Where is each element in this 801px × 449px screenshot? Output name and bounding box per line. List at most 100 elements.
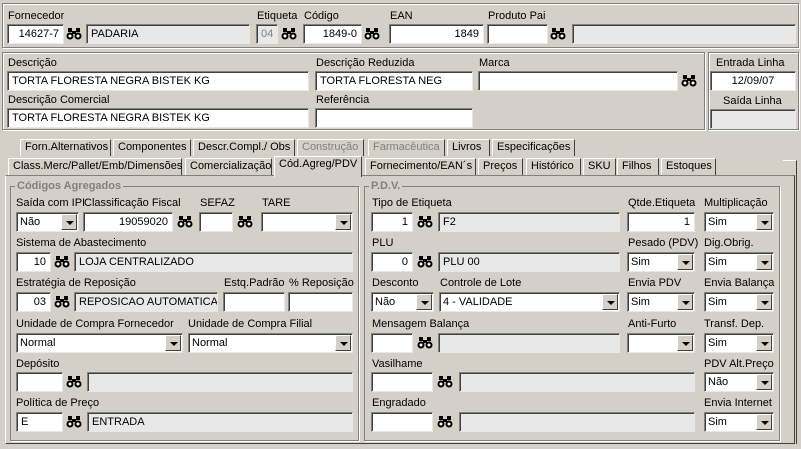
tab-especificacoes[interactable]: Especificações	[492, 139, 575, 156]
tab-livros[interactable]: Livros	[447, 139, 490, 156]
codigo-field[interactable]: 1849-0	[303, 24, 362, 44]
tab-historico[interactable]: Histórico	[526, 158, 581, 175]
chevron-down-icon[interactable]	[602, 294, 618, 310]
chevron-down-icon[interactable]	[677, 294, 693, 310]
chevron-down-icon[interactable]	[756, 214, 772, 230]
plu-code-field[interactable]: 0	[371, 252, 413, 272]
msg-balanca-code-field[interactable]	[371, 333, 413, 353]
multiplicacao-select[interactable]: Sim	[704, 212, 774, 232]
msg-balanca-desc-field	[438, 333, 620, 353]
descricao-field[interactable]: TORTA FLORESTA NEGRA BISTEK KG	[7, 71, 309, 91]
sefaz-field[interactable]	[199, 212, 233, 232]
politica-search-button[interactable]	[64, 412, 84, 432]
produto-pai-field[interactable]	[487, 24, 548, 44]
marca-label: Marca	[479, 57, 510, 69]
binoculars-icon	[66, 28, 82, 40]
chevron-down-icon[interactable]	[756, 335, 772, 351]
pdv-alt-preco-select[interactable]: Não	[704, 372, 774, 392]
etiqueta-search-button[interactable]	[279, 24, 299, 44]
tab-descr-compl-obs[interactable]: Descr.Compl./ Obs	[193, 139, 295, 156]
ean-label: EAN	[390, 10, 413, 22]
tab-fornecimento-eans[interactable]: Fornecimento/EAN´s	[365, 158, 476, 175]
desconto-select[interactable]: Não	[371, 292, 434, 312]
politica-label: Política de Preço	[16, 397, 100, 409]
chevron-down-icon[interactable]	[61, 214, 77, 230]
binoculars-icon	[417, 256, 433, 268]
chevron-down-icon[interactable]	[335, 214, 351, 230]
vasilhame-search-button[interactable]	[435, 372, 455, 392]
class-fiscal-search-button[interactable]	[175, 212, 195, 232]
vasilhame-code-field[interactable]	[371, 372, 433, 392]
msg-balanca-search-button[interactable]	[415, 333, 435, 353]
engradado-code-field[interactable]	[371, 412, 433, 432]
envia-balanca-select[interactable]: Sim	[704, 292, 774, 312]
pesado-select[interactable]: Sim	[627, 252, 695, 272]
deposito-code-field[interactable]	[16, 372, 63, 392]
chevron-down-icon[interactable]	[677, 335, 693, 351]
un-compra-filial-select[interactable]: Normal	[188, 333, 353, 353]
tab-cod-agreg-pdv[interactable]: Cód.Agreg/PDV	[274, 156, 362, 177]
engradado-label: Engradado	[372, 397, 426, 409]
tab-forn-alternativos[interactable]: Forn.Alternativos	[20, 139, 111, 156]
dig-obrig-select[interactable]: Sim	[704, 252, 774, 272]
tab-class-merc[interactable]: Class.Merc/Pallet/Emb/Dimensões	[8, 158, 182, 175]
vasilhame-label: Vasilhame	[372, 358, 423, 370]
marca-field[interactable]	[478, 71, 678, 91]
tab-farmaceutica[interactable]: Farmacêutica	[368, 139, 445, 156]
tab-componentes[interactable]: Componentes	[113, 139, 191, 156]
qtde-etiq-field[interactable]: 1	[627, 212, 695, 232]
marca-search-button[interactable]	[679, 71, 699, 91]
descricao-comercial-field[interactable]: TORTA FLORESTA NEGRA BISTEK KG	[7, 108, 309, 128]
descricao-reduzida-field[interactable]: TORTA FLORESTA NEG	[315, 71, 473, 91]
referencia-field[interactable]	[315, 108, 473, 128]
estrategia-search-button[interactable]	[52, 292, 72, 312]
un-compra-forn-select[interactable]: Normal	[16, 333, 183, 353]
tab-filhos[interactable]: Filhos	[617, 158, 659, 175]
sefaz-search-button[interactable]	[235, 212, 255, 232]
anti-furto-select[interactable]	[627, 333, 695, 353]
tipo-etiq-search-button[interactable]	[415, 212, 435, 232]
tab-comercializacao[interactable]: Comercialização	[185, 158, 272, 175]
entrada-linha-field[interactable]: 12/09/07	[710, 71, 796, 91]
fornecedor-search-button[interactable]	[64, 24, 84, 44]
class-fiscal-label: Classificação Fiscal	[84, 197, 181, 209]
perc-repos-field[interactable]	[288, 292, 353, 312]
controle-lote-select[interactable]: 4 - VALIDADE	[439, 292, 620, 312]
estq-padrao-field[interactable]	[223, 292, 285, 312]
chevron-down-icon[interactable]	[756, 254, 772, 270]
chevron-down-icon[interactable]	[677, 254, 693, 270]
tab-estoques[interactable]: Estoques	[661, 158, 716, 175]
produto-pai-search-button[interactable]	[548, 24, 568, 44]
multiplicacao-label: Multiplicação	[704, 197, 768, 209]
class-fiscal-field[interactable]: 19059020	[83, 212, 173, 232]
sist-abast-search-button[interactable]	[52, 252, 72, 272]
chevron-down-icon[interactable]	[756, 374, 772, 390]
chevron-down-icon[interactable]	[416, 294, 432, 310]
transf-dep-select[interactable]: Sim	[704, 333, 774, 353]
tare-select[interactable]	[261, 212, 353, 232]
fornecedor-code-field[interactable]: 14627-7	[7, 24, 64, 44]
tab-sku[interactable]: SKU	[583, 158, 616, 175]
politica-code-field[interactable]: E	[16, 412, 63, 432]
envia-internet-select[interactable]: Sim	[704, 412, 774, 432]
deposito-search-button[interactable]	[64, 372, 84, 392]
chevron-down-icon[interactable]	[165, 335, 181, 351]
transf-dep-label: Transf. Dep.	[704, 318, 765, 330]
sist-abast-code-field[interactable]: 10	[16, 252, 51, 272]
chevron-down-icon[interactable]	[756, 294, 772, 310]
plu-search-button[interactable]	[415, 252, 435, 272]
descricao-reduzida-label: Descrição Reduzida	[316, 57, 415, 69]
envia-pdv-value: Sim	[631, 296, 650, 308]
estrategia-code-field[interactable]: 03	[16, 292, 51, 312]
tab-construcao[interactable]: Construção	[297, 139, 364, 156]
saida-ipi-select[interactable]: Não	[16, 212, 79, 232]
tab-precos[interactable]: Preços	[478, 158, 523, 175]
binoculars-icon	[281, 28, 297, 40]
chevron-down-icon[interactable]	[756, 414, 772, 430]
envia-pdv-select[interactable]: Sim	[627, 292, 695, 312]
chevron-down-icon[interactable]	[335, 335, 351, 351]
engradado-search-button[interactable]	[435, 412, 455, 432]
codigo-search-button[interactable]	[362, 24, 382, 44]
ean-field[interactable]: 1849	[389, 24, 484, 44]
tipo-etiq-code-field[interactable]: 1	[371, 212, 413, 232]
